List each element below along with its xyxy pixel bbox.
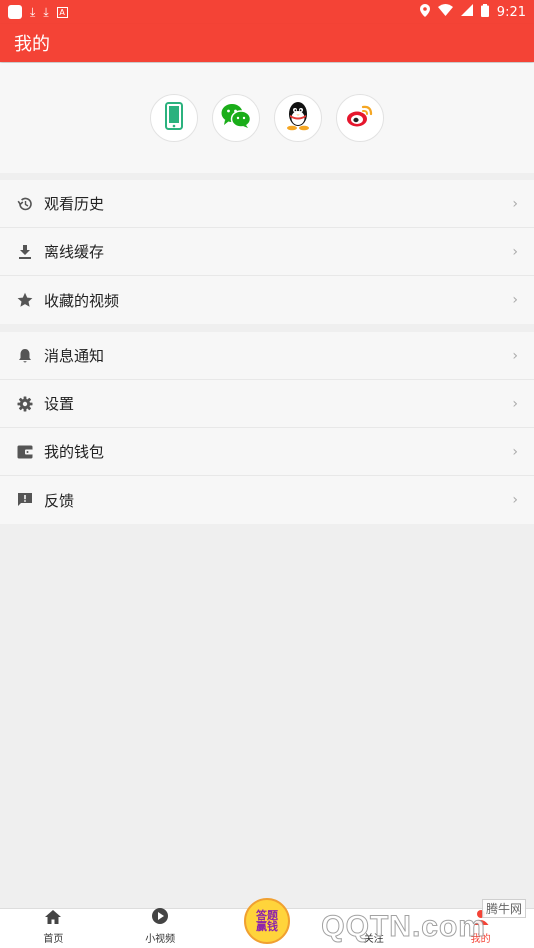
weibo-icon — [346, 104, 374, 132]
menu-item-settings[interactable]: 设置 › — [0, 380, 534, 428]
signal-icon — [460, 4, 473, 20]
app-bar: 我的 — [0, 24, 534, 62]
menu-group-settings: 消息通知 › 设置 › 我的钱包 › 反馈 › — [0, 332, 534, 524]
download-notification-icon: ⤓ — [30, 5, 36, 19]
menu-item-notifications[interactable]: 消息通知 › — [0, 332, 534, 380]
chevron-right-icon: › — [512, 195, 518, 212]
gear-icon — [17, 396, 33, 412]
notification-a-icon: A — [56, 6, 68, 18]
watermark-text: QQTN.com — [321, 910, 486, 944]
chevron-right-icon: › — [512, 395, 518, 412]
login-weibo-button[interactable] — [336, 94, 384, 142]
menu-item-offline-cache[interactable]: 离线缓存 › — [0, 228, 534, 276]
phone-icon — [165, 102, 183, 134]
tab-label: 小视频 — [145, 934, 176, 945]
qq-icon — [285, 101, 311, 135]
wallet-icon — [17, 444, 33, 460]
status-bar: ⤓ ⤓ A 9:21 — [0, 0, 534, 24]
menu-item-label: 设置 — [44, 395, 75, 413]
menu-item-feedback[interactable]: 反馈 › — [0, 476, 534, 524]
home-icon — [44, 909, 62, 929]
history-icon — [17, 196, 33, 212]
chevron-right-icon: › — [512, 243, 518, 260]
menu-item-watch-history[interactable]: 观看历史 › — [0, 180, 534, 228]
page-title: 我的 — [14, 34, 50, 55]
menu-item-favorite-videos[interactable]: 收藏的视频 › — [0, 276, 534, 324]
play-icon — [151, 907, 169, 929]
chevron-right-icon: › — [512, 292, 518, 308]
menu-item-label: 我的钱包 — [44, 443, 105, 461]
menu-item-label: 离线缓存 — [44, 243, 105, 261]
login-qq-button[interactable] — [274, 94, 322, 142]
download-icon — [17, 244, 33, 260]
chevron-right-icon: › — [512, 347, 518, 364]
bell-icon — [17, 348, 33, 364]
tab-home[interactable]: 首页 — [0, 909, 107, 948]
login-phone-button[interactable] — [150, 94, 198, 142]
quiz-promo-button[interactable]: 答题赢钱 — [244, 898, 290, 944]
download-notification-icon-2: ⤓ — [43, 5, 49, 19]
wechat-icon — [221, 103, 252, 133]
chevron-right-icon: › — [512, 443, 518, 460]
notification-app-icon — [8, 5, 22, 19]
wifi-icon — [437, 4, 453, 20]
login-options — [0, 63, 534, 173]
feedback-icon — [17, 492, 33, 508]
promo-text: 答题赢钱 — [256, 909, 278, 933]
menu-group-history: 观看历史 › 离线缓存 › 收藏的视频 › — [0, 180, 534, 324]
chevron-right-icon: › — [512, 492, 518, 508]
login-wechat-button[interactable] — [212, 94, 260, 142]
tab-label: 首页 — [43, 934, 64, 945]
menu-item-wallet[interactable]: 我的钱包 › — [0, 428, 534, 476]
watermark-small: 腾牛网 — [481, 899, 526, 918]
tab-short-video[interactable]: 小视频 — [107, 907, 214, 948]
battery-icon — [480, 3, 489, 21]
menu-item-label: 收藏的视频 — [44, 291, 120, 310]
location-icon — [419, 3, 430, 21]
clock: 9:21 — [496, 4, 526, 20]
menu-item-label: 观看历史 — [44, 195, 105, 213]
star-icon — [17, 292, 33, 308]
menu-item-label: 消息通知 — [44, 347, 105, 365]
menu-item-label: 反馈 — [44, 491, 75, 510]
watermark: QQTN.com 腾牛网 — [321, 899, 526, 944]
